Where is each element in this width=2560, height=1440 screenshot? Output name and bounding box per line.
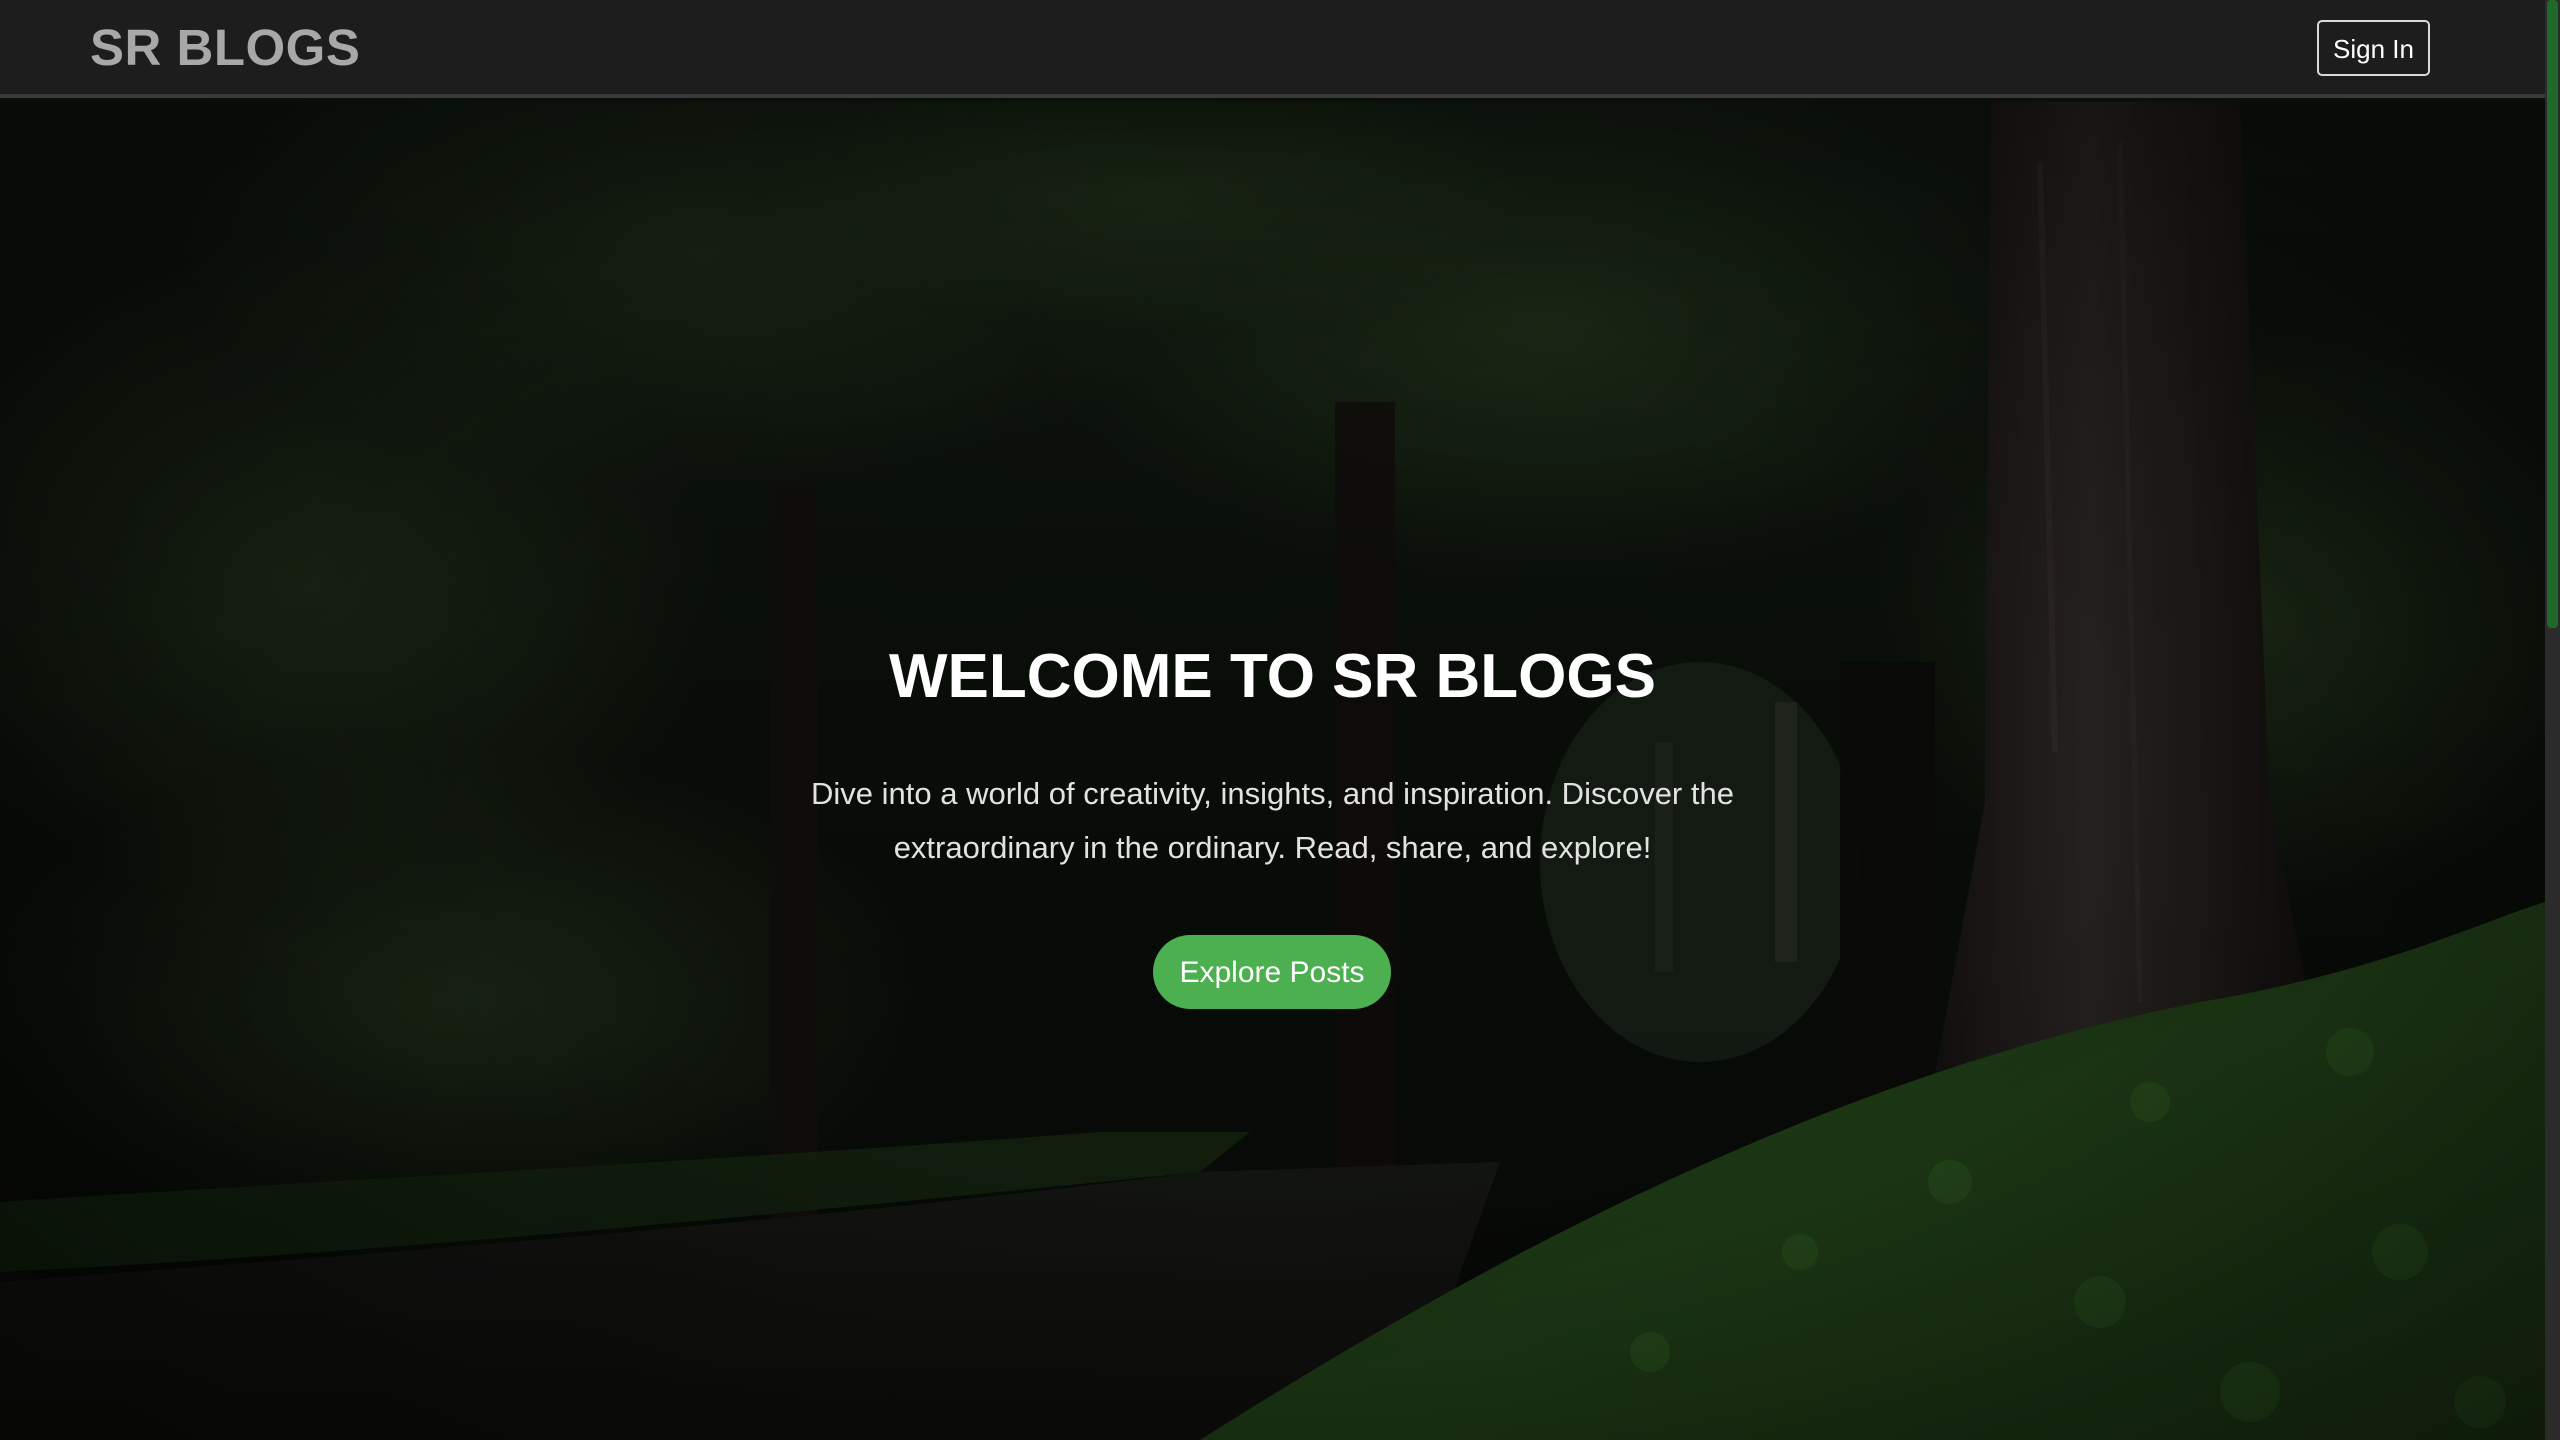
explore-posts-button[interactable]: Explore Posts (1153, 935, 1391, 1009)
hero-title: WELCOME TO SR BLOGS (889, 642, 1656, 711)
top-navbar: SR BLOGS Sign In (0, 0, 2545, 98)
page-scrollbar[interactable] (2545, 0, 2560, 1440)
site-logo[interactable]: SR BLOGS (90, 18, 360, 78)
hero-subtitle: Dive into a world of creativity, insight… (811, 776, 1734, 865)
sign-in-button[interactable]: Sign In (2317, 20, 2430, 76)
hero-content: WELCOME TO SR BLOGS Dive into a world of… (0, 102, 2545, 1440)
scrollbar-thumb[interactable] (2547, 0, 2558, 628)
hero-section: WELCOME TO SR BLOGS Dive into a world of… (0, 102, 2545, 1440)
